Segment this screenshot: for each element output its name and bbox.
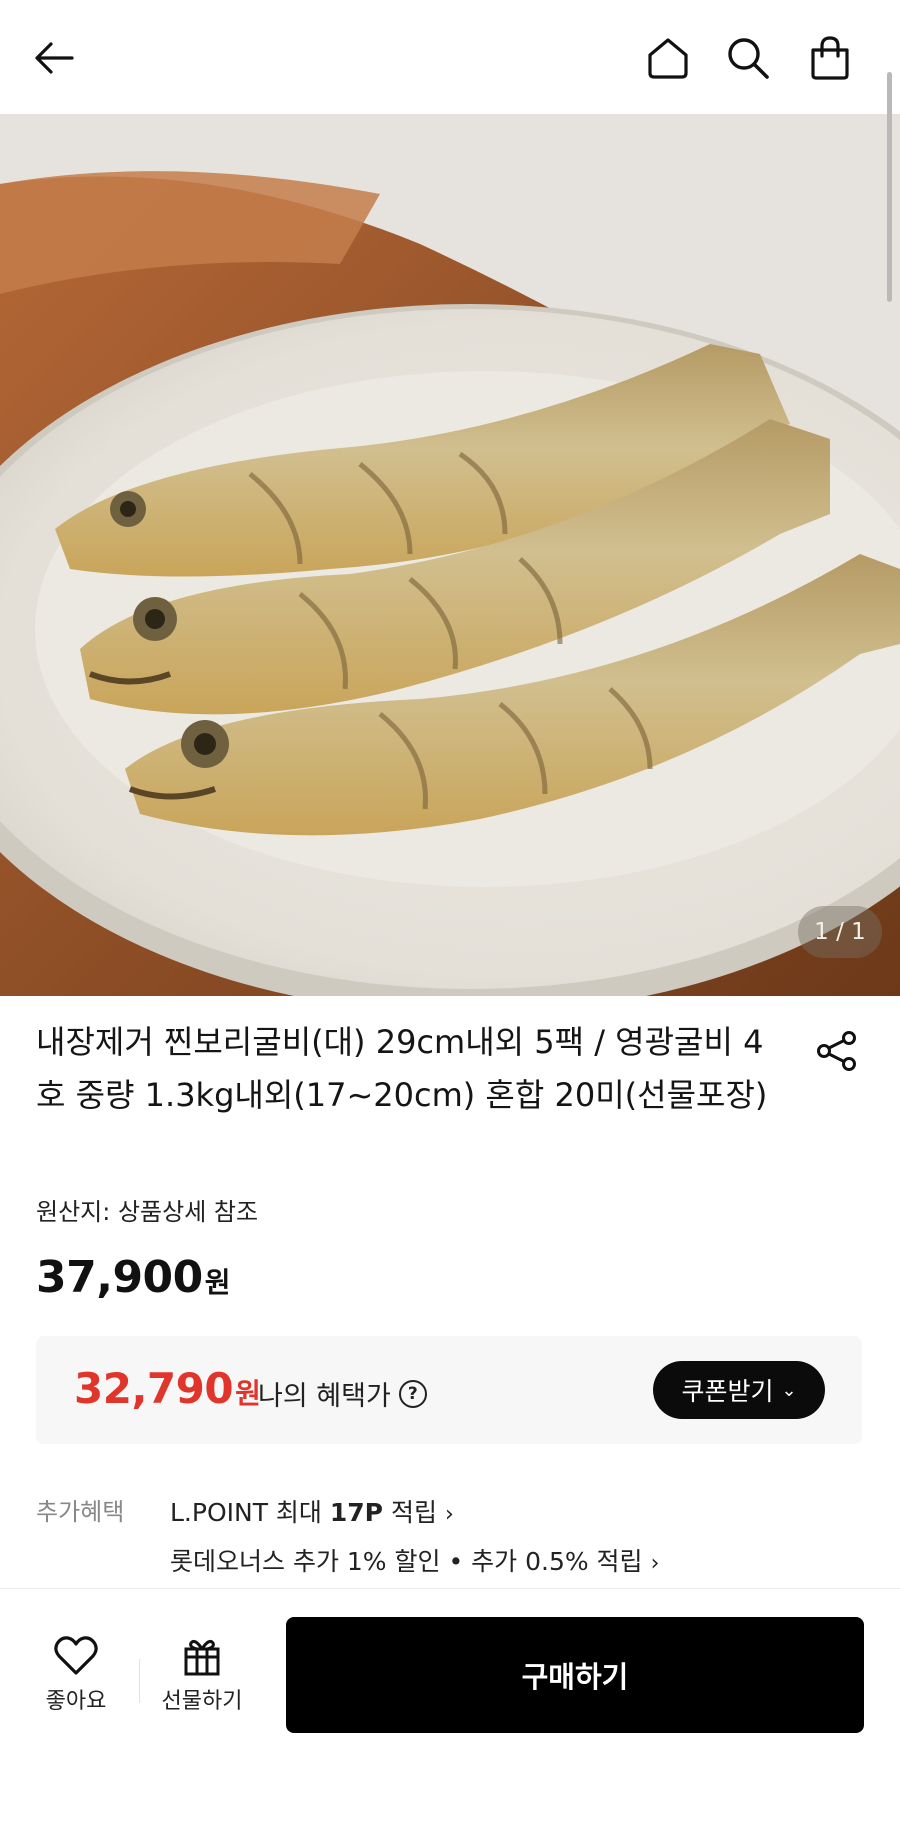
home-icon [648,38,688,79]
search-icon [728,38,769,79]
chevron-right-icon: › [650,1551,660,1576]
divider [139,1659,140,1703]
regular-price: 37,900원 [36,1252,231,1303]
lpoint-points: 17P [329,1498,383,1527]
arrow-left-icon [35,42,74,74]
product-title: 내장제거 찐보리굴비(대) 29cm내외 5팩 / 영광굴비 4호 중량 1.3… [36,1023,768,1114]
benefit-label-text: 나의 혜택가 [258,1381,391,1412]
product-photo [0,114,900,996]
like-label: 좋아요 [45,1689,107,1714]
shopping-bag-icon [811,36,849,80]
image-counter: 1 / 1 [798,906,882,958]
top-navigation-bar [0,0,900,114]
extra-benefit-label: 추가혜택 [36,1498,125,1526]
buy-button[interactable]: 구매하기 [286,1617,864,1733]
coupon-button[interactable]: 쿠폰받기 ⌄ [653,1361,825,1419]
bottom-action-bar: 좋아요 선물하기 구매하기 [0,1588,900,1836]
chevron-right-icon: › [444,1502,454,1527]
benefit-label: 나의 혜택가 ? [258,1374,427,1413]
coupon-button-label: 쿠폰받기 [681,1377,774,1406]
question-circle-icon[interactable]: ? [398,1379,427,1408]
share-button[interactable] [808,1022,866,1080]
gift-label: 선물하기 [161,1689,243,1714]
lotte-owners-benefit-link[interactable]: 롯데오너스 추가 1% 할인 • 추가 0.5% 적립 › [170,1542,659,1578]
heart-icon [54,1636,98,1675]
like-button[interactable]: 좋아요 [36,1635,116,1715]
benefit-price: 32,790원 [74,1364,261,1413]
product-image-gallery[interactable]: 1 / 1 [0,114,900,996]
benefit-price-unit: 원 [235,1377,261,1410]
lpoint-prefix: L.POINT 최대 [170,1498,330,1527]
cart-button[interactable] [800,28,860,88]
lotte-owners-text: 롯데오너스 추가 1% 할인 • 추가 0.5% 적립 [170,1547,643,1576]
gift-icon [184,1640,220,1676]
regular-price-value: 37,900 [36,1252,203,1303]
back-button[interactable] [24,28,84,88]
regular-price-unit: 원 [204,1266,231,1299]
benefit-price-value: 32,790 [74,1364,234,1413]
origin-info: 원산지: 상품상세 참조 [36,1198,259,1226]
gift-button[interactable]: 선물하기 [152,1635,252,1715]
home-button[interactable] [638,28,698,88]
lpoint-suffix: 적립 [383,1498,437,1527]
chevron-down-icon: ⌄ [781,1379,797,1401]
share-icon [817,1031,856,1071]
benefit-price-box: 32,790원 나의 혜택가 ? 쿠폰받기 ⌄ [36,1336,862,1444]
lpoint-benefit-link[interactable]: L.POINT 최대 17P 적립 › [170,1493,454,1529]
search-button[interactable] [718,28,778,88]
scrollbar[interactable] [887,72,892,302]
